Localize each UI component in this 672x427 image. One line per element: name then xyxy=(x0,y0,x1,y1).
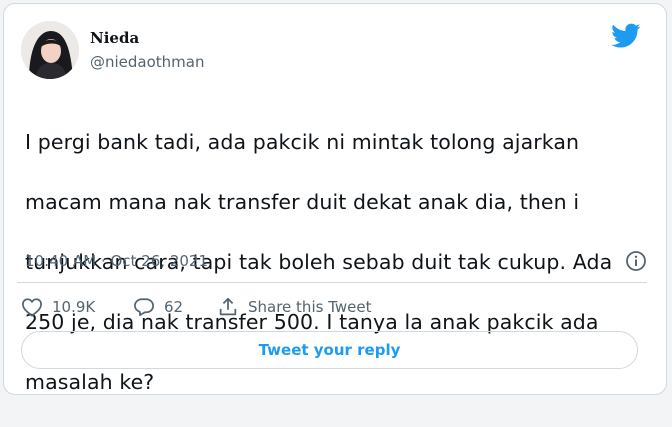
twitter-bird-icon[interactable] xyxy=(611,23,641,49)
heart-icon xyxy=(21,297,43,317)
profile-photo-icon xyxy=(21,21,79,79)
divider xyxy=(17,282,647,283)
tweet-text-line: I pergi bank tadi, ada pakcik ni mintak … xyxy=(25,130,580,154)
display-name[interactable]: Nieda xyxy=(90,29,139,47)
avatar[interactable] xyxy=(21,21,79,79)
tweet-your-reply-button[interactable]: Tweet your reply xyxy=(21,331,638,369)
reply-button[interactable]: 62 xyxy=(133,293,183,321)
timestamp-link[interactable]: 10:40 AM · Oct 26, 2021 xyxy=(25,252,208,270)
info-icon[interactable] xyxy=(625,250,647,272)
reply-count: 62 xyxy=(164,298,184,316)
share-label: Share this Tweet xyxy=(248,298,372,316)
share-icon xyxy=(217,296,239,318)
user-handle[interactable]: @niedaothman xyxy=(90,53,205,71)
tweet-actions: 10.9K 62 Share this Tweet xyxy=(21,293,641,321)
like-count: 10.9K xyxy=(52,298,96,316)
like-button[interactable]: 10.9K xyxy=(21,293,95,321)
tweet-text-line: macam mana nak transfer duit dekat anak … xyxy=(25,190,580,214)
tweet-text-line: masalah ke? xyxy=(25,370,155,394)
tweet-meta: 10:40 AM · Oct 26, 2021 xyxy=(25,250,647,274)
reply-bubble-icon xyxy=(133,297,155,317)
share-button[interactable]: Share this Tweet xyxy=(217,293,371,321)
